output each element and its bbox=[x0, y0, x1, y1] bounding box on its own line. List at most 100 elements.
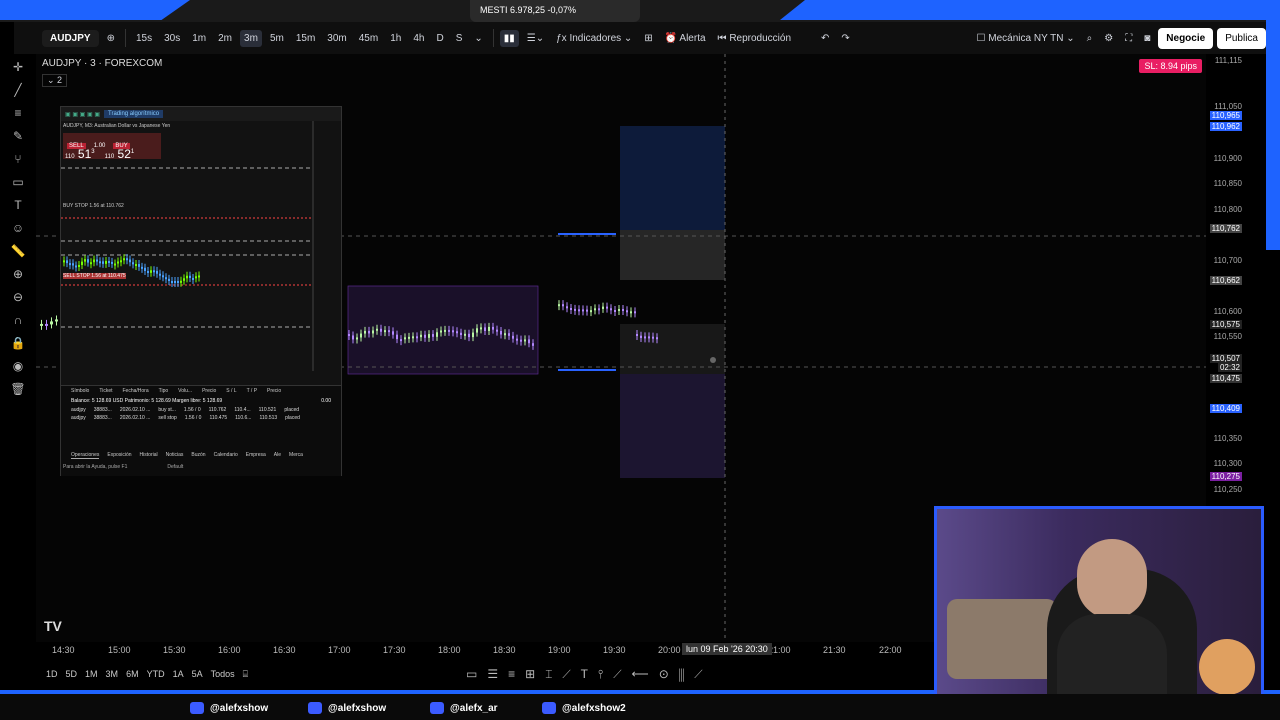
range-1d[interactable]: 1D bbox=[46, 669, 58, 679]
range-todos[interactable]: Todos bbox=[211, 669, 235, 679]
candle bbox=[524, 339, 526, 342]
candle bbox=[171, 281, 173, 283]
plus-icon[interactable]: ⊕ bbox=[103, 30, 119, 47]
shapes-icon[interactable]: ▭ bbox=[12, 175, 23, 189]
text-icon[interactable]: T bbox=[14, 198, 21, 212]
crosshair-dot bbox=[710, 357, 716, 363]
indicators-button[interactable]: ƒx Indicadores ⌄ bbox=[552, 30, 636, 47]
candle bbox=[412, 336, 414, 339]
tab-operaciones[interactable]: Operaciones bbox=[71, 452, 100, 459]
pitchfork-icon[interactable]: ⑂ bbox=[14, 152, 21, 166]
entry-zone-buy bbox=[620, 230, 725, 280]
tab-calendario[interactable]: Calendario bbox=[214, 452, 238, 459]
drawing-favorites-bar[interactable]: ▭☰≡⊞⌶⟋T⫯⟋⟵⊙⫼⟋ bbox=[466, 667, 713, 682]
publish-button[interactable]: Publica bbox=[1217, 27, 1266, 49]
candle bbox=[468, 333, 470, 338]
range-ytd[interactable]: YTD bbox=[147, 669, 165, 679]
browser-tab[interactable]: MESTI 6.978,25 -0,07% bbox=[470, 0, 640, 22]
emoji-icon[interactable]: ☺ bbox=[12, 221, 24, 235]
metatrader-panel: ▣ ▣ ▣ ▣ ▣ Trading algorítmico AUDJPY, M3… bbox=[60, 106, 342, 476]
replay-button[interactable]: ⏮ Reproducción bbox=[714, 30, 796, 47]
order-row[interactable]: audjpy 38883... 2026.02.10 ... buy st... 1.5… bbox=[61, 406, 341, 414]
ruler-icon[interactable]: 📏 bbox=[11, 244, 26, 258]
candle bbox=[472, 332, 474, 338]
tab-historial[interactable]: Historial bbox=[140, 452, 158, 459]
candle bbox=[396, 334, 398, 340]
candle bbox=[392, 331, 394, 335]
interval-1m[interactable]: 1m bbox=[188, 30, 210, 47]
candle bbox=[456, 331, 458, 334]
candle bbox=[512, 335, 514, 339]
col-header: Volu... bbox=[178, 388, 193, 394]
camera-icon[interactable]: ◙ bbox=[1140, 30, 1154, 47]
candle bbox=[159, 273, 161, 276]
range-6m[interactable]: 6M bbox=[126, 669, 139, 679]
lock-icon[interactable]: 🔒 bbox=[11, 336, 26, 350]
interval-2m[interactable]: 2m bbox=[214, 30, 236, 47]
candle bbox=[656, 337, 658, 340]
order-cell: buy st... bbox=[158, 407, 176, 413]
magnet-icon[interactable]: ∩ bbox=[14, 313, 23, 327]
interval-45m[interactable]: 45m bbox=[355, 30, 382, 47]
algo-trading-button[interactable]: Trading algorítmico bbox=[104, 110, 164, 118]
eye-icon[interactable]: ◉ bbox=[13, 359, 23, 373]
tab-exposicion[interactable]: Exposición bbox=[107, 452, 131, 459]
price-label: 110,962 bbox=[1209, 122, 1242, 131]
range-5d[interactable]: 5D bbox=[66, 669, 78, 679]
undo-icon[interactable]: ↶ bbox=[817, 30, 833, 47]
zoom-in-icon[interactable]: ⊕ bbox=[13, 267, 23, 281]
interval-5m[interactable]: 5m bbox=[266, 30, 288, 47]
brush-icon[interactable]: ✎ bbox=[13, 129, 23, 143]
interval-1h[interactable]: 1h bbox=[386, 30, 405, 47]
symbol-search[interactable]: AUDJPY bbox=[42, 29, 99, 47]
interval-s[interactable]: S bbox=[452, 30, 467, 47]
range-1a[interactable]: 1A bbox=[173, 669, 184, 679]
interval-30m[interactable]: 30m bbox=[323, 30, 350, 47]
candle bbox=[404, 337, 406, 340]
order-row[interactable]: audjpy 38883... 2026.02.10 ... sell stop 1.5… bbox=[61, 414, 341, 422]
search-icon[interactable]: ⌕ bbox=[1083, 30, 1097, 47]
mt-tool-icon[interactable]: ▣ ▣ ▣ ▣ ▣ bbox=[65, 111, 100, 118]
interval-d[interactable]: D bbox=[432, 30, 447, 47]
tab-empresa[interactable]: Empresa bbox=[246, 452, 266, 459]
trendline-icon[interactable]: ╱ bbox=[14, 83, 21, 97]
tab-noticias[interactable]: Noticias bbox=[166, 452, 184, 459]
fib-icon[interactable]: ≡ bbox=[14, 106, 21, 120]
terminal-tabs: Operaciones Exposición Historial Noticia… bbox=[71, 452, 303, 459]
candle bbox=[368, 330, 370, 334]
candle bbox=[644, 336, 646, 339]
fullscreen-icon[interactable]: ⛶ bbox=[1121, 30, 1136, 47]
trash-icon[interactable]: 🗑 bbox=[10, 382, 25, 396]
redo-icon[interactable]: ↷ bbox=[837, 30, 853, 47]
candle bbox=[186, 275, 188, 279]
terminal-header: Símbolo Ticket Fecha/Hora Tipo Volu... P… bbox=[61, 386, 341, 396]
gear-icon[interactable]: ⚙ bbox=[1100, 30, 1117, 47]
interval-15m[interactable]: 15m bbox=[292, 30, 319, 47]
cursor-icon[interactable]: ✛ bbox=[13, 60, 23, 74]
interval-15s[interactable]: 15s bbox=[132, 30, 156, 47]
goto-date-icon[interactable]: ⌸ bbox=[243, 669, 248, 680]
range-5a[interactable]: 5A bbox=[192, 669, 203, 679]
layout-button[interactable]: ☐ Mecánica NY TN ⌄ bbox=[973, 30, 1079, 47]
interval-4h[interactable]: 4h bbox=[409, 30, 428, 47]
alert-button[interactable]: ⏰ Alerta bbox=[661, 30, 710, 47]
trade-button[interactable]: Negocie bbox=[1158, 27, 1214, 49]
chart-type-icon[interactable]: ☰⌄ bbox=[523, 30, 548, 47]
candle bbox=[180, 280, 182, 283]
chevron-down-icon[interactable]: ⌄ bbox=[470, 30, 486, 47]
tab-alertas[interactable]: Ale bbox=[274, 452, 281, 459]
interval-30s[interactable]: 30s bbox=[160, 30, 184, 47]
col-header: Símbolo bbox=[71, 388, 90, 394]
interval-3m[interactable]: 3m bbox=[240, 29, 262, 47]
balance-value: 0.00 bbox=[321, 398, 331, 404]
candles-icon[interactable]: ▮▮ bbox=[499, 29, 519, 47]
zoom-out-icon[interactable]: ⊖ bbox=[13, 290, 23, 304]
time-tick: 19:30 bbox=[603, 645, 626, 655]
square-icon: ☐ bbox=[976, 32, 989, 44]
range-1m[interactable]: 1M bbox=[85, 669, 98, 679]
tab-mercado[interactable]: Merca bbox=[289, 452, 303, 459]
range-3m[interactable]: 3M bbox=[106, 669, 119, 679]
layouts-icon[interactable]: ⊞ bbox=[640, 30, 656, 47]
tab-buzon[interactable]: Buzón bbox=[191, 452, 205, 459]
candle bbox=[636, 334, 638, 336]
